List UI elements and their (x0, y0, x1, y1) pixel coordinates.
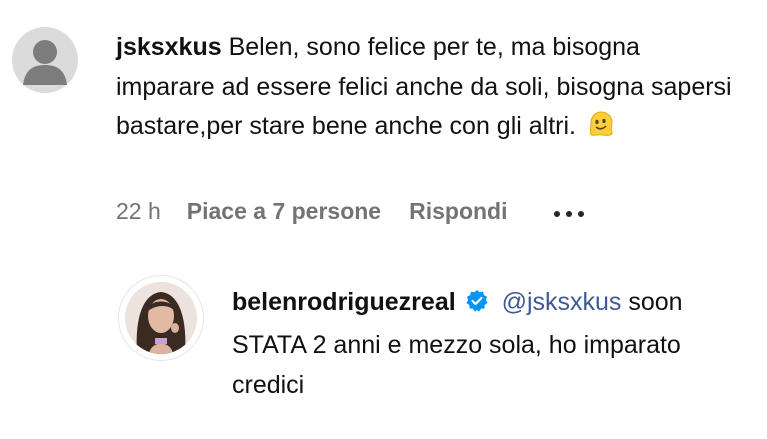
comment-username[interactable]: jsksxkus (116, 33, 222, 61)
verified-badge-icon (465, 285, 489, 325)
avatar-default[interactable] (12, 27, 78, 93)
comment-time: 22 h (116, 198, 161, 224)
avatar-belenrodriguezreal[interactable] (118, 275, 204, 361)
profile-photo-icon (125, 282, 197, 354)
reply-meta-cutoff (232, 412, 286, 439)
comment-likes-link[interactable]: Piace a 7 persone (187, 198, 381, 225)
more-options-icon[interactable] (553, 210, 584, 217)
reply-body: belenrodriguezreal @jsksxkus soon STATA … (232, 282, 742, 405)
comment-body: jsksxkus Belen, sono felice per te, ma b… (116, 28, 736, 151)
default-avatar-icon (23, 40, 67, 85)
reply-username[interactable]: belenrodriguezreal (232, 288, 456, 316)
melting-face-emoji-icon (587, 110, 615, 151)
comment-meta: 22 h Piace a 7 persone Rispondi (116, 198, 584, 225)
reply-button[interactable]: Rispondi (409, 198, 507, 225)
mention-link[interactable]: @jsksxkus (502, 288, 622, 316)
